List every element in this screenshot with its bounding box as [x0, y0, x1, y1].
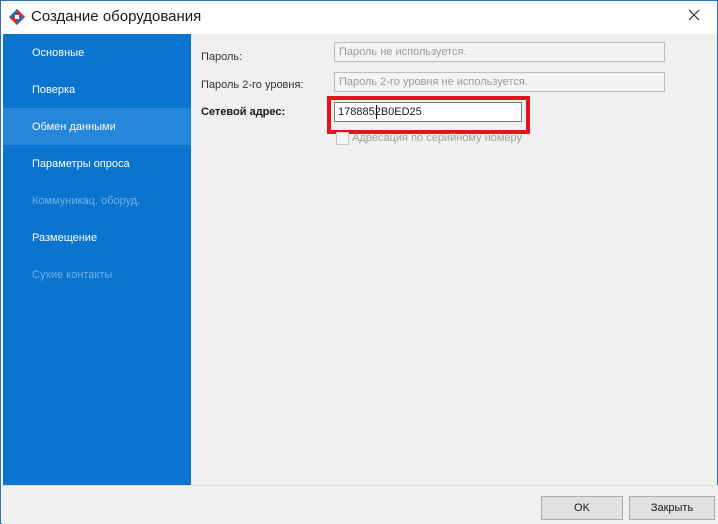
- content-panel: Пароль: Пароль не используется. Пароль 2…: [191, 34, 717, 485]
- app-logo-icon: [9, 9, 25, 25]
- sidebar-item-verification[interactable]: Поверка: [3, 71, 191, 108]
- network-address-label: Сетевой адрес:: [201, 106, 286, 118]
- close-icon: [688, 9, 700, 24]
- button-bar: OK Закрыть: [2, 485, 718, 524]
- dialog-window: Создание оборудования Основные Поверка О…: [0, 0, 718, 524]
- sidebar-item-comm-equipment: Коммуникац. оборуд.: [32, 194, 141, 207]
- text-caret: [376, 105, 377, 119]
- sidebar-item-placement[interactable]: Размещение: [3, 219, 191, 256]
- sidebar-item-polling-params[interactable]: Параметры опроса: [3, 145, 191, 182]
- password-field: Пароль не используется.: [334, 42, 665, 62]
- network-address-input[interactable]: [334, 102, 522, 122]
- password-label: Пароль:: [201, 51, 243, 63]
- ok-button[interactable]: OK: [541, 496, 623, 520]
- close-window-button[interactable]: [671, 1, 717, 32]
- serial-addressing-checkbox: [336, 132, 349, 145]
- password2-field: Пароль 2-го уровня не используется.: [334, 72, 665, 92]
- sidebar-item-data-exchange[interactable]: Обмен данными: [3, 108, 191, 145]
- sidebar-nav: Основные Поверка Обмен данными Параметры…: [3, 34, 191, 485]
- serial-addressing-label: Адресация по серийному номеру: [352, 132, 523, 144]
- title-bar: Создание оборудования: [1, 1, 717, 33]
- sidebar-item-basic[interactable]: Основные: [3, 34, 191, 71]
- close-button[interactable]: Закрыть: [629, 496, 715, 520]
- window-title: Создание оборудования: [31, 8, 202, 25]
- sidebar-item-dry-contacts: Сухие контакты: [32, 268, 113, 281]
- password2-label: Пароль 2-го уровня:: [201, 79, 304, 91]
